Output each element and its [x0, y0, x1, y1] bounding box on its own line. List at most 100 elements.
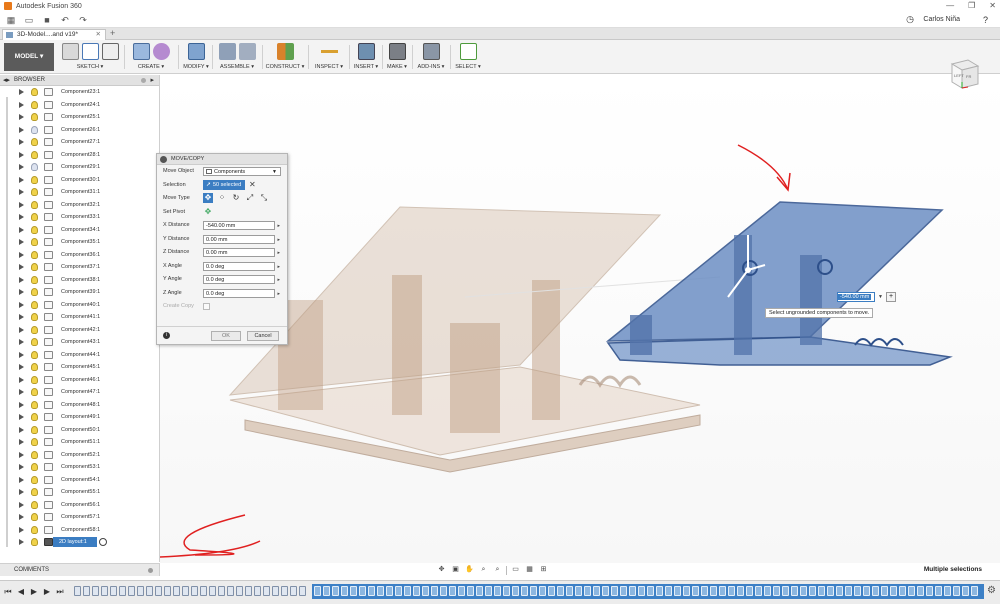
chevron-right-icon[interactable]: ▸ [277, 249, 280, 257]
visibility-bulb-icon[interactable] [31, 400, 38, 409]
timeline-feature-icon[interactable] [74, 586, 81, 596]
browser-item[interactable]: Component50:1 [0, 424, 159, 437]
fit-icon[interactable]: ⌕ [492, 565, 503, 575]
visibility-bulb-icon[interactable] [31, 313, 38, 321]
timeline-feature-icon[interactable] [413, 586, 420, 596]
timeline-feature-icon[interactable] [92, 586, 99, 596]
expand-arrow-icon[interactable] [19, 414, 24, 420]
collapse-browser-icon[interactable]: ◂▸ [3, 75, 10, 86]
pan-hand-icon[interactable]: ✋ [464, 565, 475, 575]
expand-arrow-icon[interactable] [19, 489, 24, 495]
expand-arrow-icon[interactable] [19, 464, 24, 470]
point-to-point-icon[interactable]: ⤢ [245, 193, 255, 203]
timeline-feature-icon[interactable] [395, 586, 402, 596]
browser-item[interactable]: Component56:1 [0, 499, 159, 512]
expand-arrow-icon[interactable] [19, 226, 24, 233]
visibility-bulb-icon[interactable] [31, 413, 38, 421]
visibility-bulb-icon[interactable] [31, 250, 38, 259]
visibility-bulb-icon[interactable] [31, 475, 38, 484]
browser-item[interactable]: Component55:1 [0, 486, 159, 499]
browser-item[interactable]: Component27:1 [0, 136, 159, 149]
expand-arrow-icon[interactable] [19, 314, 24, 320]
browser-item[interactable]: Component32:1 [0, 199, 159, 212]
pin-icon[interactable]: ▸ [150, 75, 154, 86]
timeline-feature-icon[interactable] [584, 586, 591, 596]
timeline-feature-icon[interactable] [971, 586, 978, 596]
timeline-feature-icon[interactable] [299, 586, 306, 596]
timeline-feature-icon[interactable] [350, 586, 357, 596]
timeline-feature-icon[interactable] [881, 586, 888, 596]
insert-image-icon[interactable] [357, 43, 375, 60]
expand-arrow-icon[interactable] [19, 451, 24, 458]
browser-header[interactable]: ◂▸ BROWSER ▸ [0, 75, 159, 86]
visibility-bulb-icon[interactable] [31, 100, 38, 109]
timeline-feature-icon[interactable] [854, 586, 861, 596]
timeline-feature-icon[interactable] [359, 586, 366, 596]
info-icon[interactable]: i [163, 332, 170, 339]
timeline-feature-icon[interactable] [917, 586, 924, 596]
timeline-feature-icon[interactable] [476, 586, 483, 596]
timeline-feature-icon[interactable] [845, 586, 852, 596]
comments-panel[interactable]: COMMENTS [0, 563, 160, 576]
timeline-feature-icon[interactable] [575, 586, 582, 596]
visibility-bulb-icon[interactable] [31, 363, 38, 371]
visibility-bulb-icon[interactable] [31, 88, 38, 96]
browser-item[interactable]: Component52:1 [0, 449, 159, 462]
data-panel-grid-icon[interactable]: ▦ [4, 14, 18, 26]
expand-arrow-icon[interactable] [19, 526, 24, 533]
y-distance-input[interactable]: 0.00 mm ▸ [203, 234, 280, 244]
timeline-feature-icon[interactable] [746, 586, 753, 596]
visibility-bulb-icon[interactable] [31, 275, 38, 284]
timeline-feature-icon[interactable] [191, 586, 198, 596]
select-group[interactable]: SELECT ▾ [453, 43, 483, 71]
scripts-add-ins-icon[interactable] [422, 43, 440, 60]
browser-item[interactable]: Component25:1 [0, 111, 159, 124]
x-distance-input[interactable]: -540.00 mm ▸ [203, 221, 280, 230]
timeline-feature-icon[interactable] [764, 586, 771, 596]
browser-item[interactable]: Component31:1 [0, 186, 159, 199]
rectangle-icon[interactable] [101, 43, 119, 60]
expand-arrow-icon[interactable] [19, 151, 24, 158]
new-component-icon[interactable] [132, 43, 150, 60]
visibility-bulb-icon[interactable] [31, 150, 38, 159]
add-ins-group[interactable]: ADD-INS ▾ [415, 43, 447, 71]
x-angle-input[interactable]: 0.0 deg ▸ [203, 261, 280, 271]
form-sphere-icon[interactable] [152, 43, 170, 60]
inspect-group[interactable]: INSPECT ▾ [312, 43, 346, 71]
minimize-icon[interactable]: — [946, 1, 954, 10]
expand-arrow-icon[interactable] [19, 101, 24, 108]
browser-item[interactable]: Component58:1 [0, 524, 159, 537]
timeline-feature-icon[interactable] [773, 586, 780, 596]
timeline-feature-icon[interactable] [290, 586, 297, 596]
timeline-feature-icon[interactable] [137, 586, 144, 596]
expand-arrow-icon[interactable] [19, 539, 24, 545]
create-group[interactable]: CREATE ▾ [128, 43, 174, 71]
expand-arrow-icon[interactable] [19, 239, 24, 245]
expand-arrow-icon[interactable] [19, 276, 24, 283]
timeline-feature-icon[interactable] [341, 586, 348, 596]
visibility-bulb-icon[interactable] [31, 425, 38, 434]
visibility-bulb-icon[interactable] [31, 163, 38, 171]
activate-radio-icon[interactable] [99, 538, 107, 546]
press-pull-icon[interactable] [187, 43, 205, 60]
timeline-feature-icon[interactable] [332, 586, 339, 596]
expand-arrow-icon[interactable] [19, 189, 24, 195]
sketch-group[interactable]: SKETCH ▾ [60, 43, 120, 71]
timeline-feature-icon[interactable] [368, 586, 375, 596]
timeline-feature-icon[interactable] [827, 586, 834, 596]
chevron-right-icon[interactable]: ▸ [277, 263, 280, 271]
timeline-feature-icon[interactable] [512, 586, 519, 596]
timeline-feature-icon[interactable] [245, 586, 252, 596]
timeline-feature-icon[interactable] [611, 586, 618, 596]
step-back-icon[interactable]: ◀ [17, 587, 25, 597]
line-icon[interactable] [81, 43, 99, 60]
offset-plane-icon[interactable] [276, 43, 294, 60]
visibility-bulb-icon[interactable] [31, 288, 38, 296]
view-cube[interactable]: LEFT FR [948, 58, 982, 90]
timeline-feature-icon[interactable] [422, 586, 429, 596]
browser-item[interactable]: Component54:1 [0, 474, 159, 487]
timeline-feature-icon[interactable] [593, 586, 600, 596]
timeline-feature-icon[interactable] [755, 586, 762, 596]
timeline-feature-icon[interactable] [557, 586, 564, 596]
browser-item[interactable]: Component41:1 [0, 311, 159, 324]
